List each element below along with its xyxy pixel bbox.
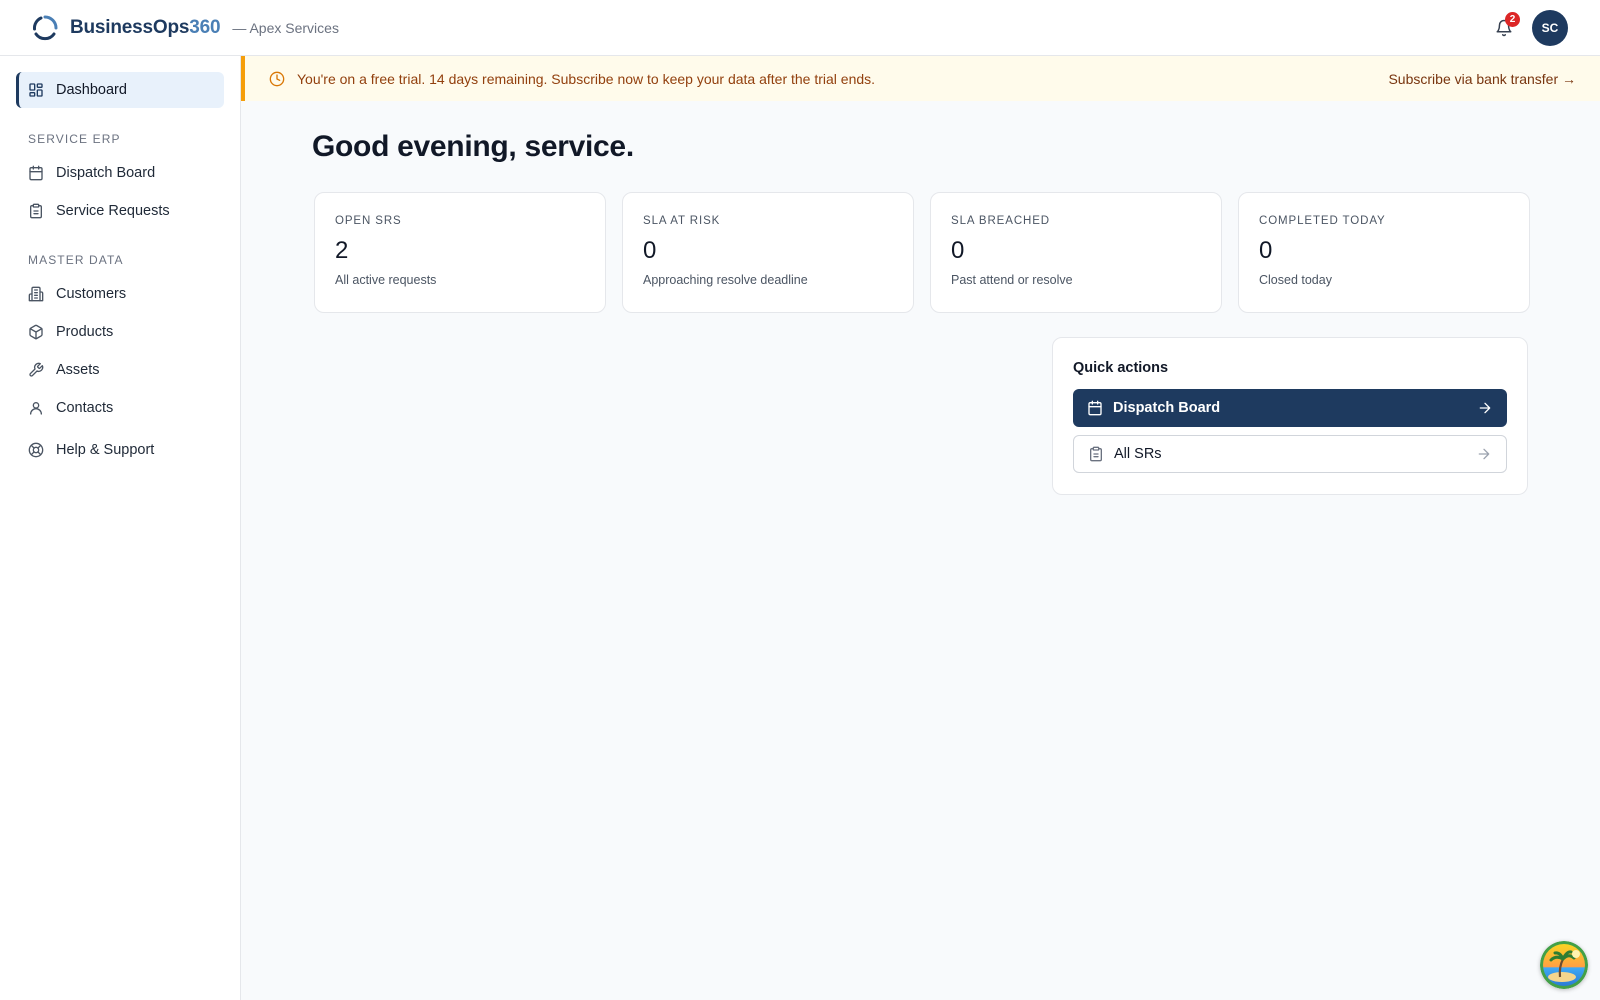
notifications-button[interactable]: 2 xyxy=(1490,11,1520,42)
building-icon xyxy=(28,286,44,302)
trial-banner: You're on a free trial. 14 days remainin… xyxy=(241,56,1600,101)
stat-card-sla-at-risk: SLA AT RISK 0 Approaching resolve deadli… xyxy=(622,192,914,313)
sidebar-item-assets[interactable]: Assets xyxy=(16,352,224,388)
sidebar: Dashboard SERVICE ERP Dispatch Board Ser… xyxy=(0,56,241,1000)
sidebar-item-dashboard[interactable]: Dashboard xyxy=(16,72,224,108)
notification-count-badge: 2 xyxy=(1505,11,1520,27)
stat-label: SLA BREACHED xyxy=(951,215,1050,227)
arrow-right-icon xyxy=(1476,446,1492,462)
sidebar-item-label: Contacts xyxy=(56,400,114,416)
stat-label: COMPLETED TODAY xyxy=(1259,215,1386,227)
sidebar-item-help-support[interactable]: Help & Support xyxy=(16,432,224,468)
page-title: Good evening, service. xyxy=(312,130,634,163)
brand-logo-icon xyxy=(32,15,58,41)
box-icon xyxy=(28,324,44,340)
brand-name: BusinessOps360 xyxy=(70,16,221,38)
user-avatar[interactable]: SC xyxy=(1532,9,1568,46)
stat-card-open-srs: OPEN SRS 2 All active requests xyxy=(314,192,606,313)
sidebar-section-master-data: MASTER DATA xyxy=(28,253,124,267)
all-srs-button[interactable]: All SRs xyxy=(1073,435,1507,473)
sidebar-section-service-erp: SERVICE ERP xyxy=(28,132,121,146)
stat-description: Approaching resolve deadline xyxy=(643,273,808,287)
stat-description: Closed today xyxy=(1259,273,1332,287)
sidebar-item-customers[interactable]: Customers xyxy=(16,276,224,312)
button-label: All SRs xyxy=(1114,446,1162,462)
clipboard-icon xyxy=(1088,446,1104,462)
dispatch-board-button[interactable]: Dispatch Board xyxy=(1073,389,1507,427)
sidebar-item-service-requests[interactable]: Service Requests xyxy=(16,193,224,229)
quick-actions-card: Quick actions Dispatch Board All SRs xyxy=(1052,337,1528,495)
sidebar-item-label: Help & Support xyxy=(56,442,155,458)
trial-message: You're on a free trial. 14 days remainin… xyxy=(297,70,876,87)
stat-description: Past attend or resolve xyxy=(951,273,1073,287)
stat-value: 0 xyxy=(1259,237,1273,264)
clipboard-icon xyxy=(28,203,44,219)
stat-card-completed-today: COMPLETED TODAY 0 Closed today xyxy=(1238,192,1530,313)
sidebar-item-dispatch-board[interactable]: Dispatch Board xyxy=(16,155,224,191)
stat-value: 2 xyxy=(335,237,349,264)
calendar-icon xyxy=(1087,400,1103,416)
sidebar-item-label: Assets xyxy=(56,362,100,378)
button-label: Dispatch Board xyxy=(1113,400,1221,416)
sidebar-item-label: Products xyxy=(56,324,114,340)
sidebar-item-label: Service Requests xyxy=(56,203,170,219)
stat-label: OPEN SRS xyxy=(335,215,402,227)
calendar-icon xyxy=(28,165,44,181)
sidebar-item-label: Dashboard xyxy=(56,82,127,98)
sidebar-item-products[interactable]: Products xyxy=(16,314,224,350)
brand[interactable]: BusinessOps360 — Apex Services xyxy=(32,15,339,41)
stat-value: 0 xyxy=(951,237,965,264)
stat-description: All active requests xyxy=(335,273,437,287)
clock-icon xyxy=(269,71,285,87)
dashboard-grid-icon xyxy=(28,82,44,98)
quick-actions-title: Quick actions xyxy=(1073,360,1169,376)
sidebar-item-label: Customers xyxy=(56,286,127,302)
stat-card-sla-breached: SLA BREACHED 0 Past attend or resolve xyxy=(930,192,1222,313)
top-bar: BusinessOps360 — Apex Services 2 SC xyxy=(0,0,1600,56)
wrench-icon xyxy=(28,362,44,378)
stat-value: 0 xyxy=(643,237,657,264)
sidebar-item-contacts[interactable]: Contacts xyxy=(16,390,224,426)
subscribe-link[interactable]: Subscribe via bank transfer → xyxy=(1388,71,1576,87)
assistant-fab-button[interactable] xyxy=(1540,941,1588,989)
sidebar-item-label: Dispatch Board xyxy=(56,165,156,181)
organization-label: — Apex Services xyxy=(232,19,339,36)
user-icon xyxy=(28,400,44,416)
arrow-right-icon xyxy=(1477,400,1493,416)
lifebuoy-icon xyxy=(28,442,44,458)
beach-island-icon xyxy=(1540,941,1588,989)
stat-label: SLA AT RISK xyxy=(643,215,721,227)
